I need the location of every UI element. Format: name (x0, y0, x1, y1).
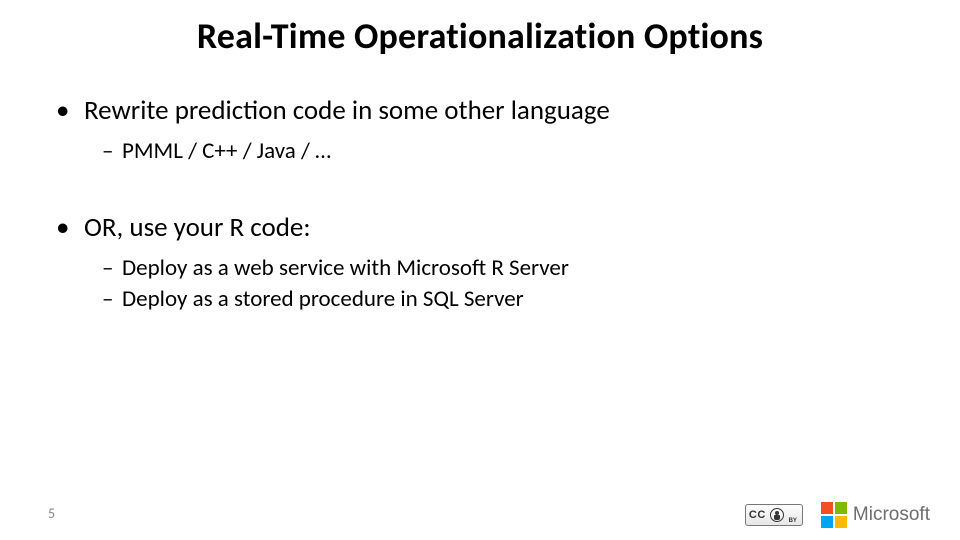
microsoft-wordmark: Microsoft (853, 504, 930, 526)
cc-label: CC (749, 509, 766, 521)
sub-bullet-item: PMML / C++ / Java / … (102, 136, 912, 167)
slide: Real-Time Operationalization Options Rew… (0, 0, 960, 540)
slide-title: Real-Time Operationalization Options (48, 14, 912, 58)
sub-bullet-text: Deploy as a web service with Microsoft R… (122, 254, 569, 282)
sub-bullet-text: PMML / C++ / Java / … (122, 137, 331, 165)
bullet-text: OR, use your R code: (84, 211, 311, 244)
page-number: 5 (48, 505, 55, 522)
footer-logos: CC BY Microsoft (745, 502, 930, 528)
sub-bullet-list: Deploy as a web service with Microsoft R… (84, 253, 912, 315)
person-icon (770, 508, 784, 522)
ms-square-yellow (835, 516, 847, 528)
cc-by-label: BY (789, 518, 797, 524)
sub-bullet-list: PMML / C++ / Java / … (84, 136, 912, 167)
microsoft-logo: Microsoft (821, 502, 930, 528)
bullet-item: OR, use your R code: Deploy as a web ser… (56, 211, 912, 315)
sub-bullet-item: Deploy as a web service with Microsoft R… (102, 253, 912, 284)
sub-bullet-text: Deploy as a stored procedure in SQL Serv… (122, 285, 524, 313)
cc-by-badge-icon: CC BY (745, 504, 803, 526)
bullet-text: Rewrite prediction code in some other la… (84, 94, 610, 127)
ms-square-blue (821, 516, 833, 528)
microsoft-squares-icon (821, 502, 847, 528)
ms-square-red (821, 502, 833, 514)
bullet-list: Rewrite prediction code in some other la… (48, 94, 912, 315)
bullet-item: Rewrite prediction code in some other la… (56, 94, 912, 167)
sub-bullet-item: Deploy as a stored procedure in SQL Serv… (102, 284, 912, 315)
ms-square-green (835, 502, 847, 514)
